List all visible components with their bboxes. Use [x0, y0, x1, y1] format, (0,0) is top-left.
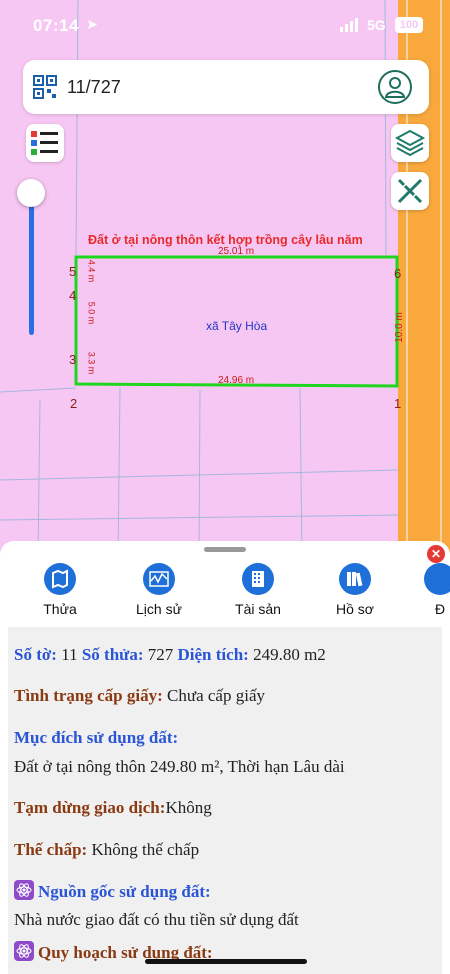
- battery-icon: 100: [395, 17, 423, 33]
- legend-button[interactable]: [26, 124, 64, 162]
- signal-icon: [340, 18, 358, 32]
- tab-label: Tài sản: [235, 601, 281, 617]
- dim-right: 10.0 m: [393, 312, 405, 343]
- dim-bottom: 24.96 m: [218, 375, 255, 386]
- map-icon: [44, 563, 76, 595]
- home-indicator[interactable]: [145, 959, 307, 964]
- point-6: 6: [394, 266, 402, 281]
- ruler-pencil-icon: [397, 178, 423, 204]
- info-tabs: Thửa Lịch sử Tài sản Hồ sơ Đ: [0, 563, 450, 623]
- chart-icon: [143, 563, 175, 595]
- books-icon: [339, 563, 371, 595]
- tab-label: Đ: [434, 601, 446, 617]
- dim-left-lower: 3.3 m: [86, 351, 97, 375]
- more-icon: [424, 563, 450, 595]
- land-purpose-value: Đất ở tại nông thôn 249.80 m², Thời hạn …: [14, 757, 345, 776]
- tab-lich-su[interactable]: Lịch sử: [119, 563, 199, 617]
- measure-tools-button[interactable]: [391, 172, 429, 210]
- point-4: 4: [69, 288, 77, 303]
- mortgage-row: Thế chấp: Không thế chấp: [14, 840, 200, 859]
- user-avatar-icon[interactable]: [378, 70, 412, 104]
- status-time: 07:14: [33, 16, 79, 35]
- tab-label: Thửa: [43, 601, 77, 617]
- dim-top: 25.01 m: [218, 246, 255, 257]
- certificate-status-row: Tình trạng cấp giấy: Chưa cấp giấy: [14, 686, 265, 705]
- point-1: 1: [394, 396, 402, 411]
- legend-list-icon: [31, 131, 58, 155]
- atom-icon: [14, 941, 34, 961]
- parcel-id-row: Số tờ: 11 Số thửa: 727 Diện tích: 249.80…: [14, 645, 326, 664]
- opacity-slider-handle[interactable]: [17, 179, 45, 207]
- tab-ho-so[interactable]: Hồ sơ: [315, 563, 395, 617]
- qr-code-icon[interactable]: [33, 75, 57, 99]
- network-type: 5G: [367, 17, 386, 33]
- layers-icon: [394, 129, 426, 157]
- layers-button[interactable]: [391, 124, 429, 162]
- sheet-drag-handle[interactable]: [204, 547, 246, 552]
- tab-thua[interactable]: Thửa: [20, 563, 100, 617]
- location-arrow-icon: ➤: [86, 16, 98, 32]
- tab-label: Hồ sơ: [336, 601, 374, 617]
- search-input[interactable]: 11/727: [67, 77, 121, 98]
- tab-label: Lịch sử: [136, 601, 182, 617]
- dim-left-mid: 5.0 m: [86, 301, 97, 325]
- transaction-suspension-row: Tạm dừng giao dịch:Không: [14, 798, 212, 817]
- point-2: 2: [70, 396, 78, 411]
- close-icon[interactable]: ✕: [427, 545, 445, 563]
- atom-icon: [14, 880, 34, 900]
- land-use-label: Đất ở tại nông thôn kết hợp trồng cây lâ…: [88, 233, 363, 247]
- building-icon: [242, 563, 274, 595]
- tab-more[interactable]: Đ: [400, 563, 450, 617]
- status-bar: 07:14 ➤ 5G 100: [0, 0, 450, 50]
- opacity-slider-track[interactable]: [29, 195, 34, 335]
- dim-left-upper: 4.4 m: [86, 259, 97, 283]
- land-purpose-label: Mục đích sử dụng đất:: [14, 728, 179, 747]
- search-bar[interactable]: 11/727: [23, 60, 429, 114]
- point-5: 5: [69, 264, 77, 279]
- parcel-info-sheet[interactable]: ✕ Thửa Lịch sử Tài sản Hồ sơ Đ Số tờ: 11…: [0, 541, 450, 974]
- tab-tai-san[interactable]: Tài sản: [218, 563, 298, 617]
- parcel-details: Số tờ: 11 Số thửa: 727 Diện tích: 249.80…: [8, 627, 442, 974]
- commune-label: xã Tây Hòa: [206, 319, 268, 333]
- point-3: 3: [69, 352, 77, 367]
- land-origin-label: Nguồn gốc sử dụng đất:: [14, 880, 211, 902]
- land-origin-value: Nhà nước giao đất có thu tiền sử dụng đấ…: [14, 910, 299, 929]
